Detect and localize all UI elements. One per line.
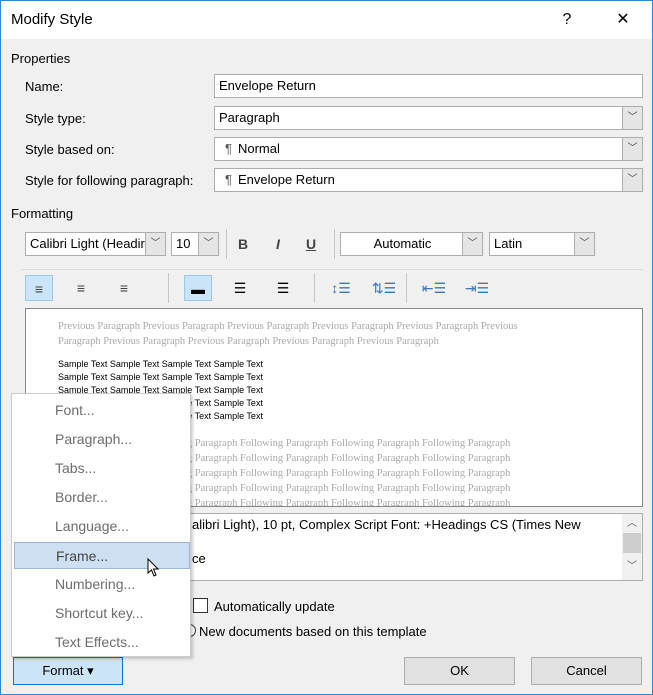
pilcrow-icon: ¶: [225, 141, 232, 156]
decrease-indent-button[interactable]: ⇤☰: [420, 275, 448, 301]
cancel-button[interactable]: Cancel: [531, 657, 642, 685]
menu-item-tabs[interactable]: Tabs...: [14, 455, 190, 482]
name-label: Name:: [25, 79, 64, 94]
decrease-indent-icon: ⇤☰: [421, 280, 447, 296]
script-select[interactable]: Latin ﹀: [489, 232, 595, 256]
chevron-down-icon[interactable]: ﹀: [145, 233, 165, 255]
sample-text: Sample Text Sample Text Sample Text Samp…: [58, 372, 263, 382]
format-button[interactable]: Format ▾: [13, 657, 123, 685]
align-center-button[interactable]: ≡: [67, 275, 95, 301]
one-half-spacing-icon: ☰: [233, 280, 247, 296]
font-size-value: 10: [176, 236, 191, 251]
ok-button[interactable]: OK: [404, 657, 515, 685]
format-menu: Font... Paragraph... Tabs... Border... L…: [11, 393, 191, 657]
chevron-down-icon[interactable]: ﹀: [198, 233, 218, 255]
increase-spacing-button[interactable]: ↕☰: [327, 275, 355, 301]
font-select[interactable]: Calibri Light (Headir ﹀: [25, 232, 166, 256]
following-style-value: Envelope Return: [237, 172, 335, 187]
style-based-on-value: Normal: [237, 141, 280, 156]
double-spacing-button[interactable]: ☰: [269, 275, 297, 301]
double-spacing-icon: ☰: [276, 280, 290, 296]
underline-button[interactable]: U: [297, 231, 325, 257]
font-value: Calibri Light (Headir: [30, 236, 145, 251]
description-line: alibri Light), 10 pt, Complex Script Fon…: [192, 517, 581, 532]
style-type-select[interactable]: Paragraph ﹀: [214, 106, 643, 130]
menu-item-numbering[interactable]: Numbering...: [14, 571, 190, 598]
title-bar: Modify Style ? ✕: [1, 1, 652, 39]
chevron-down-icon[interactable]: ﹀: [622, 138, 642, 160]
sample-text: Sample Text Sample Text Sample Text Samp…: [58, 359, 263, 369]
chevron-down-icon[interactable]: ﹀: [622, 107, 642, 129]
font-color-value: Automatic: [373, 236, 432, 251]
previous-paragraph-text: Previous Paragraph Previous Paragraph Pr…: [58, 321, 518, 332]
help-button[interactable]: ?: [547, 5, 587, 35]
increase-paragraph-spacing-icon: ↕☰: [331, 280, 351, 296]
name-input[interactable]: Envelope Return: [214, 74, 643, 98]
style-based-on-select[interactable]: ¶ Normal ﹀: [214, 137, 643, 161]
single-spacing-button[interactable]: ▬: [184, 275, 212, 301]
following-style-select[interactable]: ¶ Envelope Return ﹀: [214, 168, 643, 192]
style-type-label: Style type:: [25, 111, 86, 126]
increase-indent-icon: ⇥☰: [464, 280, 490, 296]
dialog-title: Modify Style: [11, 11, 93, 28]
align-left-icon: ≡: [34, 281, 44, 297]
close-button[interactable]: ✕: [603, 5, 643, 35]
script-value: Latin: [494, 236, 523, 251]
pilcrow-icon: ¶: [225, 172, 232, 187]
formatting-group-label: Formatting: [11, 206, 74, 221]
menu-item-text-effects[interactable]: Text Effects...: [14, 629, 190, 656]
divider: [226, 229, 227, 259]
description-line: ce: [192, 551, 206, 566]
menu-item-language[interactable]: Language...: [14, 513, 190, 540]
description-scrollbar[interactable]: ︿ ﹀: [622, 514, 642, 580]
menu-item-paragraph[interactable]: Paragraph...: [14, 426, 190, 453]
scrollbar-thumb[interactable]: [623, 533, 641, 553]
align-right-icon: ≡: [119, 280, 129, 296]
bold-button[interactable]: B: [229, 231, 257, 257]
align-center-icon: ≡: [76, 280, 86, 296]
new-documents-label: New documents based on this template: [199, 624, 427, 639]
italic-button[interactable]: I: [264, 231, 292, 257]
scroll-down-icon[interactable]: ﹀: [622, 557, 642, 572]
auto-update-label: Automatically update: [214, 599, 335, 614]
chevron-down-icon[interactable]: ﹀: [622, 169, 642, 191]
modify-style-dialog: Modify Style ? ✕ Properties Name: Envelo…: [0, 0, 653, 695]
menu-item-border[interactable]: Border...: [14, 484, 190, 511]
divider: [406, 273, 407, 303]
mouse-cursor-icon: [147, 558, 160, 577]
auto-update-checkbox[interactable]: [193, 598, 208, 613]
align-left-button[interactable]: ≡: [25, 275, 53, 301]
divider: [168, 273, 169, 303]
menu-item-shortcut-key[interactable]: Shortcut key...: [14, 600, 190, 627]
divider: [314, 273, 315, 303]
previous-paragraph-text: Paragraph Previous Paragraph Previous Pa…: [58, 336, 439, 347]
align-right-button[interactable]: ≡: [110, 275, 138, 301]
menu-item-font[interactable]: Font...: [14, 397, 190, 424]
one-half-spacing-button[interactable]: ☰: [226, 275, 254, 301]
increase-indent-button[interactable]: ⇥☰: [463, 275, 491, 301]
font-color-select[interactable]: Automatic ﹀: [340, 232, 483, 256]
divider: [21, 269, 643, 270]
decrease-paragraph-spacing-icon: ⇅☰: [371, 280, 397, 296]
style-type-value: Paragraph: [219, 110, 280, 125]
decrease-spacing-button[interactable]: ⇅☰: [370, 275, 398, 301]
chevron-down-icon[interactable]: ﹀: [462, 233, 482, 255]
following-style-label: Style for following paragraph:: [25, 173, 194, 188]
style-based-on-label: Style based on:: [25, 142, 115, 157]
scroll-up-icon[interactable]: ︿: [622, 514, 642, 529]
chevron-down-icon[interactable]: ﹀: [574, 233, 594, 255]
menu-item-frame[interactable]: Frame...: [14, 542, 190, 569]
divider: [334, 229, 335, 259]
font-size-select[interactable]: 10 ﹀: [171, 232, 219, 256]
single-spacing-icon: ▬: [191, 281, 205, 297]
properties-group-label: Properties: [11, 51, 71, 66]
